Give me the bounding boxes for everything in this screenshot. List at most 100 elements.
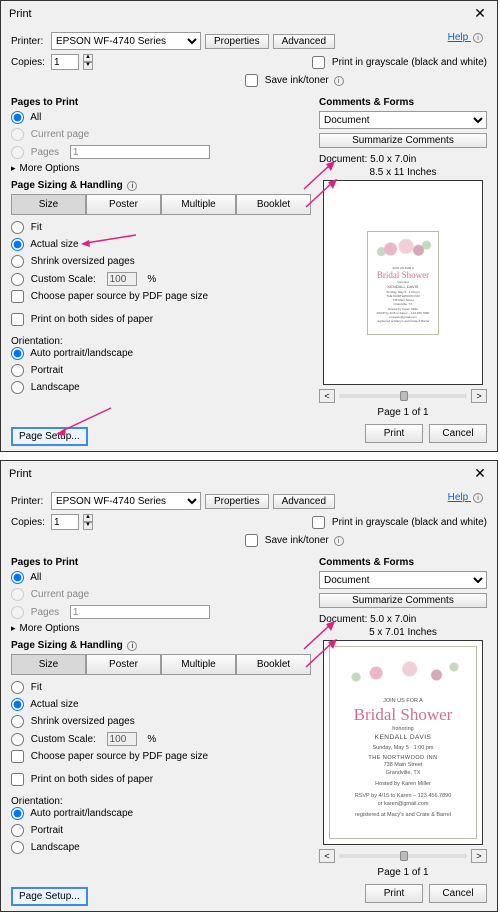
radio-current[interactable]: Current page (11, 128, 89, 141)
preview-prev-button[interactable]: < (319, 849, 335, 863)
print-preview: JOIN US FOR A Bridal Shower honoring KEN… (323, 640, 483, 845)
print-both-checkbox[interactable]: Print on both sides of paper (11, 313, 153, 326)
radio-auto-orient[interactable]: Auto portrait/landscape (11, 807, 133, 820)
properties-button[interactable]: Properties (205, 494, 269, 509)
tab-booklet[interactable]: Booklet (236, 194, 311, 215)
paper-inches: 8.5 x 11 Inches (319, 167, 487, 178)
properties-button[interactable]: Properties (205, 34, 269, 49)
advanced-button[interactable]: Advanced (273, 494, 335, 509)
tab-booklet[interactable]: Booklet (236, 654, 311, 675)
radio-portrait[interactable]: Portrait (11, 364, 63, 377)
pages-to-print-title: Pages to Print (11, 557, 311, 568)
titlebar: Print ✕ (1, 1, 497, 26)
copies-spinner[interactable]: ▲▼ (83, 54, 93, 70)
titlebar: Print ✕ (1, 461, 497, 486)
summarize-button[interactable]: Summarize Comments (319, 593, 487, 608)
radio-fit[interactable]: Fit (11, 221, 42, 234)
radio-fit[interactable]: Fit (11, 681, 42, 694)
tab-poster[interactable]: Poster (86, 194, 161, 215)
paper-inches: 5 x 7.01 Inches (319, 627, 487, 638)
dialog-title: Print (9, 8, 32, 20)
preview-prev-button[interactable]: < (319, 389, 335, 403)
close-icon[interactable]: ✕ (471, 5, 489, 22)
flowers-graphic (372, 236, 434, 262)
comments-forms-title: Comments & Forms (319, 97, 487, 108)
custom-scale-input[interactable] (107, 732, 137, 746)
advanced-button[interactable]: Advanced (273, 34, 335, 49)
print-dialog-2: Print ✕ Help i Printer: EPSON WF-4740 Se… (0, 460, 498, 912)
radio-actual[interactable]: Actual size (11, 698, 79, 711)
dialog-title: Print (9, 468, 32, 480)
tab-multiple[interactable]: Multiple (161, 654, 236, 675)
more-options-toggle[interactable]: More Options (11, 163, 311, 174)
page-of-label: Page 1 of 1 (319, 867, 487, 878)
radio-current[interactable]: Current page (11, 588, 89, 601)
radio-shrink[interactable]: Shrink oversized pages (11, 715, 135, 728)
grayscale-checkbox[interactable]: Print in grayscale (black and white) (312, 56, 487, 69)
sizing-title: Page Sizing & Handling i (11, 180, 311, 191)
radio-all[interactable]: All (11, 571, 41, 584)
cancel-button[interactable]: Cancel (429, 424, 487, 443)
help-link[interactable]: Help i (448, 492, 483, 503)
copies-spinner[interactable]: ▲▼ (83, 514, 93, 530)
printer-label: Printer: (11, 36, 47, 47)
preview-scroll[interactable] (339, 394, 467, 398)
page-of-label: Page 1 of 1 (319, 407, 487, 418)
close-icon[interactable]: ✕ (471, 465, 489, 482)
info-icon: i (473, 33, 483, 43)
page-setup-button[interactable]: Page Setup... (11, 887, 88, 906)
help-link[interactable]: Help i (448, 32, 483, 43)
preview-next-button[interactable]: > (471, 849, 487, 863)
radio-landscape[interactable]: Landscape (11, 381, 80, 394)
copies-label: Copies: (11, 57, 47, 68)
document-dims: Document: 5.0 x 7.0in (319, 154, 487, 165)
tab-multiple[interactable]: Multiple (161, 194, 236, 215)
info-icon: i (127, 641, 137, 651)
copies-label: Copies: (11, 517, 47, 528)
radio-portrait[interactable]: Portrait (11, 824, 63, 837)
print-preview: JOIN US FOR A Bridal Shower honoring KEN… (323, 180, 483, 385)
comments-forms-select[interactable]: Document (319, 571, 487, 589)
document-dims: Document: 5.0 x 7.0in (319, 614, 487, 625)
radio-shrink[interactable]: Shrink oversized pages (11, 255, 135, 268)
preview-scroll[interactable] (339, 854, 467, 858)
saveink-checkbox[interactable]: Save ink/toner i (245, 534, 344, 547)
tab-size[interactable]: Size (11, 194, 86, 215)
more-options-toggle[interactable]: More Options (11, 623, 311, 634)
radio-custom[interactable]: Custom Scale: (11, 273, 96, 286)
page-setup-button[interactable]: Page Setup... (11, 427, 88, 446)
radio-all[interactable]: All (11, 111, 41, 124)
custom-scale-input[interactable] (107, 272, 137, 286)
radio-pages[interactable]: Pages (11, 606, 59, 619)
comments-forms-select[interactable]: Document (319, 111, 487, 129)
printer-select[interactable]: EPSON WF-4740 Series (51, 492, 201, 510)
pages-to-print-title: Pages to Print (11, 97, 311, 108)
tab-size[interactable]: Size (11, 654, 86, 675)
choose-paper-checkbox[interactable]: Choose paper source by PDF page size (11, 750, 208, 763)
info-icon: i (127, 181, 137, 191)
printer-select[interactable]: EPSON WF-4740 Series (51, 32, 201, 50)
saveink-checkbox[interactable]: Save ink/toner i (245, 74, 344, 87)
tab-poster[interactable]: Poster (86, 654, 161, 675)
radio-auto-orient[interactable]: Auto portrait/landscape (11, 347, 133, 360)
copies-input[interactable] (51, 514, 79, 530)
radio-pages[interactable]: Pages (11, 146, 59, 159)
orientation-label: Orientation: (11, 796, 311, 807)
radio-custom[interactable]: Custom Scale: (11, 733, 96, 746)
radio-actual[interactable]: Actual size (11, 238, 79, 251)
flowers-graphic (336, 653, 470, 693)
print-button[interactable]: Print (365, 424, 423, 443)
preview-next-button[interactable]: > (471, 389, 487, 403)
radio-landscape[interactable]: Landscape (11, 841, 80, 854)
grayscale-checkbox[interactable]: Print in grayscale (black and white) (312, 516, 487, 529)
cancel-button[interactable]: Cancel (429, 884, 487, 903)
pages-input[interactable] (70, 145, 210, 159)
print-both-checkbox[interactable]: Print on both sides of paper (11, 773, 153, 786)
sizing-title: Page Sizing & Handling i (11, 640, 311, 651)
choose-paper-checkbox[interactable]: Choose paper source by PDF page size (11, 290, 208, 303)
summarize-button[interactable]: Summarize Comments (319, 133, 487, 148)
print-button[interactable]: Print (365, 884, 423, 903)
print-dialog-1: Print ✕ Help i Printer: EPSON WF-4740 Se… (0, 0, 498, 452)
copies-input[interactable] (51, 54, 79, 70)
pages-input[interactable] (70, 605, 210, 619)
